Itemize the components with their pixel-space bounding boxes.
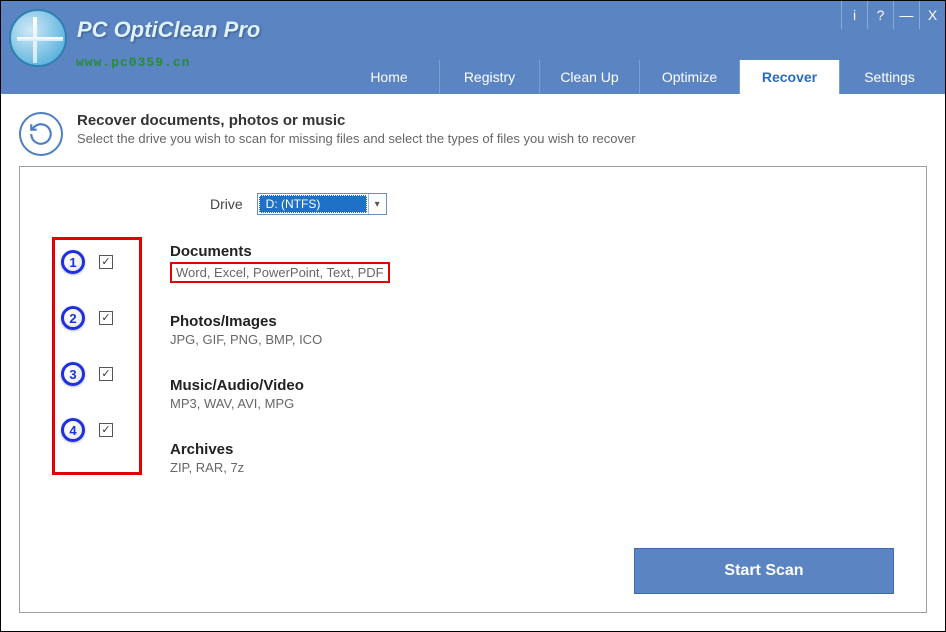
types-area: 1 ✓ 2 ✓ 3 ✓ 4 ✓ [52,237,894,475]
annot-row-1: 1 ✓ [61,250,133,274]
app-window: i ? — X PC OptiClean Pro www.pc0359.cn H… [0,0,946,632]
checkbox-documents[interactable]: ✓ [99,255,113,269]
drive-row: Drive D: (NTFS) ▾ [210,193,894,215]
chevron-down-icon: ▾ [368,194,386,214]
annotation-column: 1 ✓ 2 ✓ 3 ✓ 4 ✓ [52,237,142,475]
type-photos-title: Photos/Images [170,313,390,330]
type-archives-sub: ZIP, RAR, 7z [170,460,390,475]
type-descriptions: Documents Word, Excel, PowerPoint, Text,… [170,237,390,475]
tab-settings[interactable]: Settings [839,60,939,94]
type-documents-title: Documents [170,243,390,260]
type-music-title: Music/Audio/Video [170,377,390,394]
annotation-bubble-1: 1 [61,250,85,274]
type-music: Music/Audio/Video MP3, WAV, AVI, MPG [170,377,390,411]
type-music-sub: MP3, WAV, AVI, MPG [170,396,390,411]
minimize-button[interactable]: — [893,1,919,29]
recover-icon [19,112,63,156]
help-button[interactable]: ? [867,1,893,29]
tab-cleanup[interactable]: Clean Up [539,60,639,94]
annot-row-2: 2 ✓ [61,306,133,330]
start-scan-button[interactable]: Start Scan [634,548,894,594]
type-archives: Archives ZIP, RAR, 7z [170,441,390,475]
info-button[interactable]: i [841,1,867,29]
tab-home[interactable]: Home [339,60,439,94]
annotation-bubble-4: 4 [61,418,85,442]
tab-registry[interactable]: Registry [439,60,539,94]
intro-subtitle: Select the drive you wish to scan for mi… [77,131,636,146]
type-photos: Photos/Images JPG, GIF, PNG, BMP, ICO [170,313,390,347]
type-documents-sub: Word, Excel, PowerPoint, Text, PDF [170,262,390,283]
watermark-text: www.pc0359.cn [76,55,190,70]
tab-optimize[interactable]: Optimize [639,60,739,94]
checkbox-music[interactable]: ✓ [99,367,113,381]
checkbox-photos[interactable]: ✓ [99,311,113,325]
type-documents: Documents Word, Excel, PowerPoint, Text,… [170,243,390,283]
app-title: PC OptiClean Pro [77,17,260,43]
header: PC OptiClean Pro www.pc0359.cn Home Regi… [1,29,945,94]
annot-row-4: 4 ✓ [61,418,133,442]
main-tabs: Home Registry Clean Up Optimize Recover … [339,60,945,94]
tab-recover[interactable]: Recover [739,60,839,94]
drive-label: Drive [210,196,243,212]
drive-select[interactable]: D: (NTFS) ▾ [257,193,387,215]
intro: Recover documents, photos or music Selec… [19,112,927,156]
annot-row-3: 3 ✓ [61,362,133,386]
close-button[interactable]: X [919,1,945,29]
annotation-bubble-2: 2 [61,306,85,330]
app-logo-icon [9,9,67,67]
drive-select-value: D: (NTFS) [259,195,367,213]
type-archives-title: Archives [170,441,390,458]
content-area: Recover documents, photos or music Selec… [1,94,945,631]
annotation-bubble-3: 3 [61,362,85,386]
recover-panel: Drive D: (NTFS) ▾ 1 ✓ 2 ✓ [19,166,927,613]
type-photos-sub: JPG, GIF, PNG, BMP, ICO [170,332,390,347]
intro-text: Recover documents, photos or music Selec… [77,112,636,146]
intro-title: Recover documents, photos or music [77,112,636,129]
checkbox-archives[interactable]: ✓ [99,423,113,437]
